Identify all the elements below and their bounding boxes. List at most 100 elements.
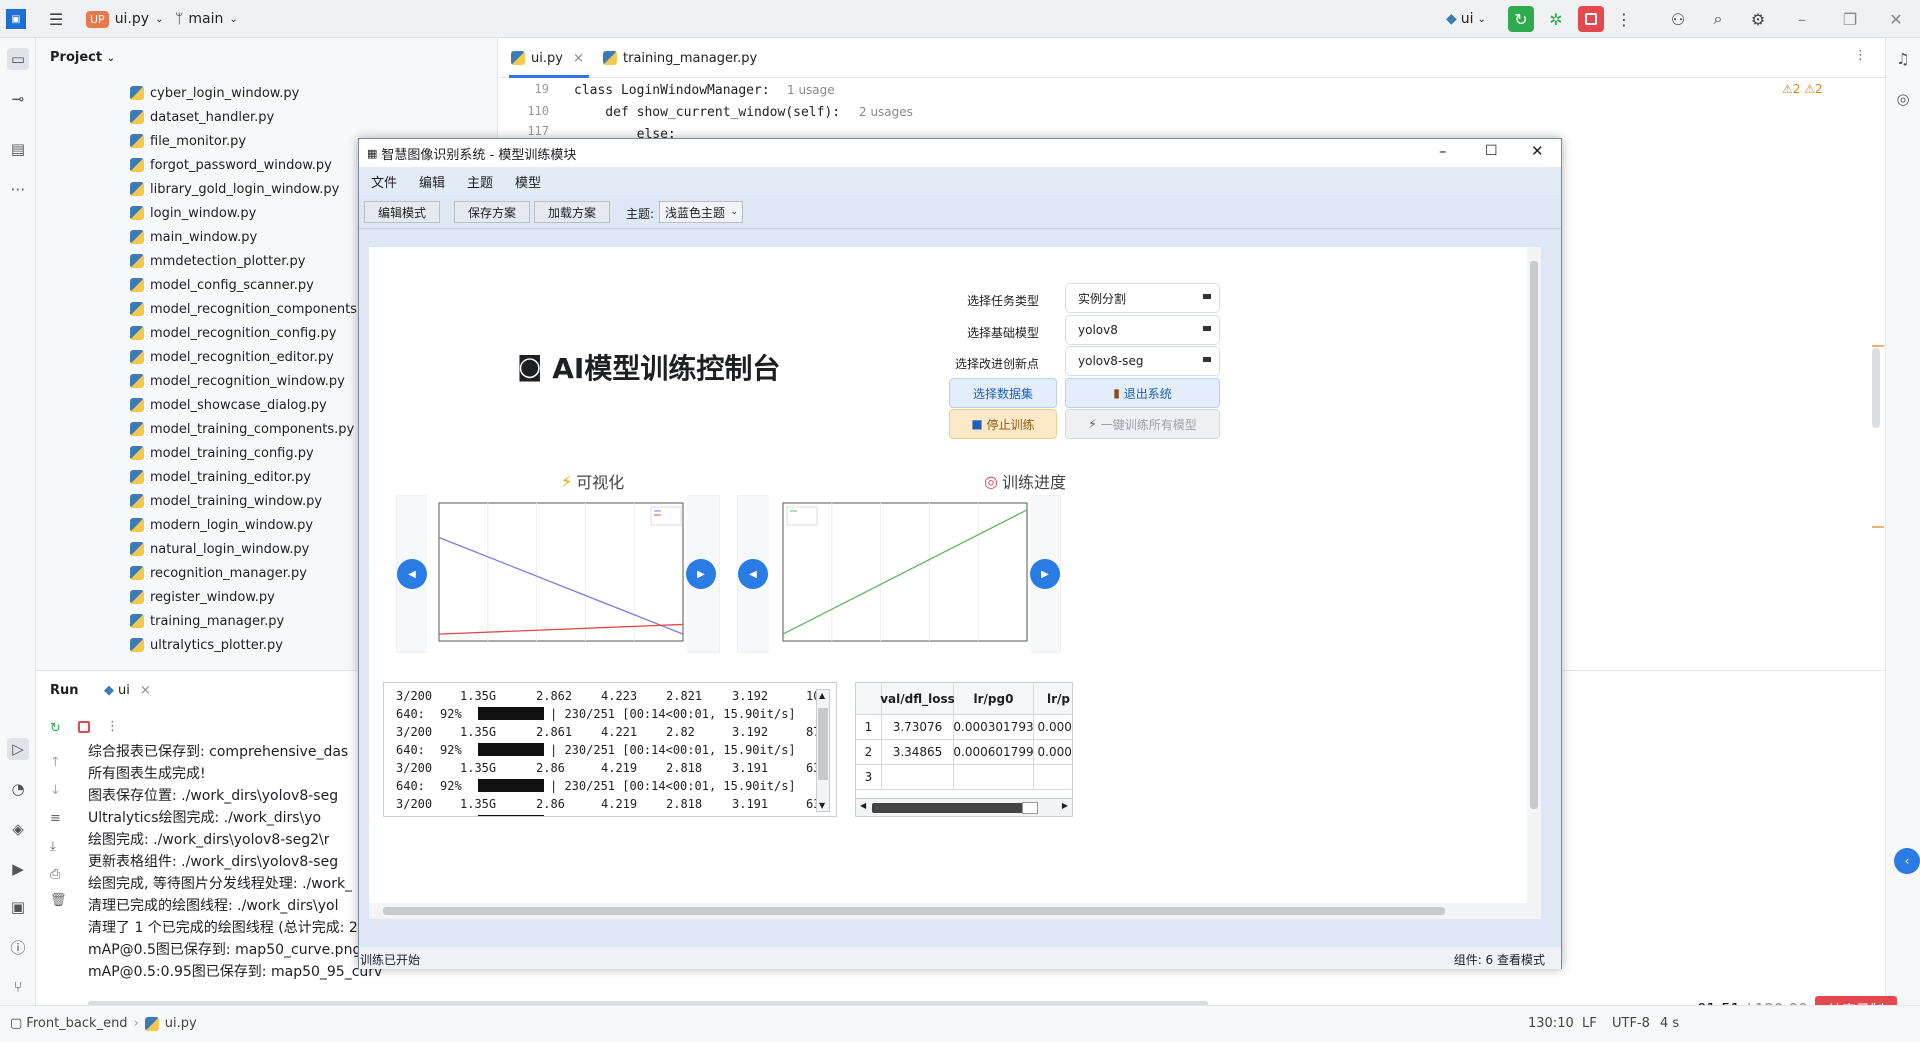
table-cell[interactable]: 0.0006 [1034,740,1072,765]
commit-icon[interactable]: ⊸ [7,88,29,110]
problems-icon[interactable]: ⓘ [7,936,29,958]
log-scroll-thumb[interactable] [818,708,828,780]
table-header[interactable]: lr/pg0 [954,683,1034,715]
add-user-icon[interactable]: ⚇ [1666,7,1690,31]
file-list-item[interactable]: model_training_editor.py [130,466,311,488]
run-tab-ui[interactable]: ◆ ui × [104,683,151,698]
chart-next-button[interactable]: ▶ [1030,559,1060,589]
rerun-icon[interactable]: ↻ [50,721,61,736]
scroll-up-icon[interactable]: ↑ [50,755,61,770]
close-icon[interactable]: ✕ [1531,142,1544,160]
scroll-down-icon[interactable]: ↓ [50,783,61,798]
table-cell[interactable]: 0.000601799 [953,740,1034,765]
file-list-item[interactable]: cyber_login_window.py [130,82,299,104]
file-list-item[interactable]: register_window.py [130,586,275,608]
file-list-item[interactable]: mmdetection_plotter.py [130,250,305,272]
ai-assistant-icon[interactable]: ◎ [1892,88,1914,110]
folder-icon[interactable]: ▭ [7,48,29,70]
main-menu-icon[interactable]: ☰ [44,7,68,31]
scroll-to-end-icon[interactable]: ⤓ [50,839,56,854]
layers-icon[interactable]: ◈ [7,818,29,840]
code-line[interactable]: 117 else: [499,124,1885,138]
tab-training-manager[interactable]: training_manager.py [603,38,757,78]
scroll-left-icon[interactable]: ◀ [860,801,866,810]
branch-switcher[interactable]: ᛘ main ⌄ [175,0,238,38]
file-list-item[interactable]: file_monitor.py [130,130,246,152]
breadcrumb[interactable]: ▢ Front_back_end › ui.py [10,1016,197,1031]
file-list-item[interactable]: model_training_components.py [130,418,354,440]
menu-file[interactable]: 文件 [371,167,397,195]
exit-system-button[interactable]: ▮ 退出系统 [1065,378,1220,408]
file-list-item[interactable]: forgot_password_window.py [130,154,332,176]
stop-training-button[interactable]: ■ 停止训练 [949,409,1057,439]
tabs-more-icon[interactable]: ⋮ [1854,48,1867,63]
edit-mode-button[interactable]: 编辑模式 [364,201,440,223]
rerun-icon[interactable]: ↻ [1508,6,1534,32]
file-encoding[interactable]: UTF-8 [1612,1016,1650,1031]
debug-icon[interactable]: ✲ [1544,7,1568,31]
project-panel-title[interactable]: Project ⌄ [50,50,115,65]
chart-prev-button[interactable]: ◀ [738,559,768,589]
innovation-select[interactable]: yolov8-seg [1065,346,1220,376]
file-list-item[interactable]: model_recognition_window.py [130,370,345,392]
file-list-item[interactable]: dataset_handler.py [130,106,274,128]
menu-model[interactable]: 模型 [515,167,541,195]
chart-prev-button[interactable]: ◀ [397,559,427,589]
file-list-item[interactable]: model_training_config.py [130,442,314,464]
collapse-arrow-icon[interactable]: ‹ [1894,848,1920,874]
body-hscroll-thumb[interactable] [383,907,1445,915]
structure-icon[interactable]: ▤ [7,138,29,160]
table-cell[interactable] [1034,765,1072,790]
table-cell[interactable]: 0.000301793 [953,715,1034,740]
base-model-select[interactable]: yolov8 [1065,315,1220,345]
inspection-warnings[interactable]: ⚠2 ⚠2 [1782,82,1823,96]
table-hscrollbar[interactable]: ◀ ▶ [856,798,1072,816]
minimize-icon[interactable]: – [1439,142,1447,160]
clear-trash-icon[interactable]: 🗑 [50,893,67,908]
close-tab-icon[interactable]: × [140,683,151,698]
maximize-icon[interactable]: ☐ [1485,143,1498,159]
python-console-icon[interactable]: ◔ [7,778,29,800]
file-list-item[interactable]: model_recognition_components.py [130,298,377,320]
train-all-models-button[interactable]: ⚡ 一键训练所有模型 [1065,409,1220,439]
chart-next-button[interactable]: ▶ [686,559,716,589]
file-list-item[interactable]: login_window.py [130,202,256,224]
file-list-item[interactable]: training_manager.py [130,610,284,632]
restore-icon[interactable]: ❐ [1838,7,1862,31]
file-list-item[interactable]: natural_login_window.py [130,538,309,560]
editor-scrollbar[interactable] [1872,348,1880,428]
table-row-header[interactable]: 3 [856,765,882,790]
scroll-up-icon[interactable]: ▲ [819,691,825,700]
table-scroll-track[interactable] [872,803,1032,813]
run-config-selector[interactable]: ◆ ui ⌄ [1446,0,1486,38]
terminal-icon[interactable]: ▣ [7,896,29,918]
menu-edit[interactable]: 编辑 [419,167,445,195]
theme-select[interactable]: 浅蓝色主题 ⌄ [659,201,743,223]
table-corner[interactable] [856,683,882,715]
file-list-item[interactable]: model_recognition_editor.py [130,346,334,368]
metrics-table[interactable]: val/dfl_loss lr/pg0 lr/p 1 3.73076 0.00030179… [855,682,1073,817]
table-row-header[interactable]: 1 [856,715,882,740]
table-cell[interactable]: 0.0003 [1034,715,1072,740]
print-icon[interactable]: ⎙ [50,867,60,882]
line-separator[interactable]: LF [1582,1016,1597,1031]
stop-icon[interactable] [1578,6,1604,32]
soft-wrap-icon[interactable]: ≡ [50,811,61,826]
select-dataset-button[interactable]: 选择数据集 [949,378,1057,408]
code-line[interactable]: 19 class LoginWindowManager: 1 usage [499,80,1885,100]
indent-setting[interactable]: 4 s [1660,1016,1679,1031]
search-icon[interactable]: ⌕ [1706,7,1730,31]
table-cell[interactable] [954,765,1034,790]
file-list-item[interactable]: model_training_window.py [130,490,322,512]
file-list-item[interactable]: recognition_manager.py [130,562,307,584]
tab-ui-py[interactable]: ui.py × [511,38,584,78]
menu-theme[interactable]: 主题 [467,167,493,195]
table-cell[interactable]: 3.73076 [882,715,954,740]
task-type-select[interactable]: 实例分割 [1065,283,1220,313]
file-list-item[interactable]: library_gold_login_window.py [130,178,339,200]
scroll-right-icon[interactable]: ▶ [1062,801,1068,810]
file-list-item[interactable]: main_window.py [130,226,257,248]
notifications-bell-icon[interactable]: ♫ [1892,48,1914,70]
more-actions-icon[interactable]: ⋮ [106,719,119,734]
close-icon[interactable]: ✕ [1884,7,1908,31]
